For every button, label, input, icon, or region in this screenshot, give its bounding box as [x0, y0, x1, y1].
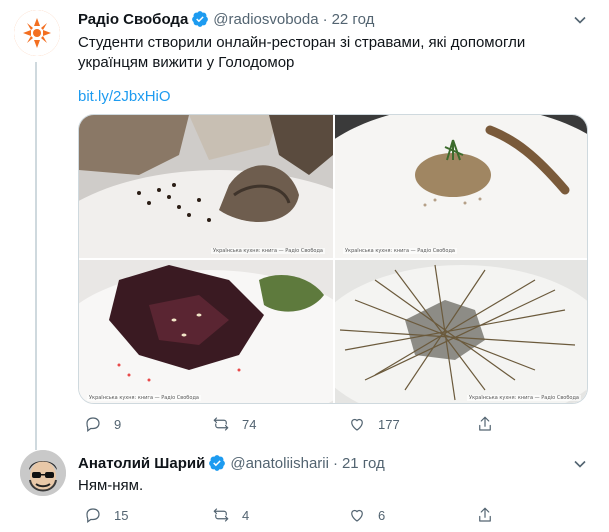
tweet1-retweet-button[interactable]: 74	[212, 415, 256, 433]
tweet2-handle[interactable]: @anatoliisharii	[230, 455, 329, 472]
tweet1-text-line2: українцям вижити у Голодомор	[78, 54, 295, 71]
tweet2-retweet-count: 4	[242, 507, 250, 523]
pate-dish-image	[335, 115, 587, 258]
tweet1-retweet-count: 74	[242, 416, 257, 432]
tweet2-separator: ·	[332, 454, 338, 472]
tweet2-timestamp[interactable]: 21 год	[342, 455, 385, 472]
tweet1-header: Радіо Свобода @radiosvoboda · 22 год	[78, 10, 374, 28]
radio-svoboda-logo-icon	[14, 10, 60, 56]
media-photo-beets[interactable]: Українська кухня: книга — Радіо Свобода	[79, 260, 333, 403]
share-icon	[479, 507, 491, 522]
tweet1-author-name[interactable]: Радіо Свобода	[78, 11, 188, 28]
tweet1-handle[interactable]: @radiosvoboda	[213, 11, 318, 28]
tweet2-reply-button[interactable]: 15	[84, 506, 128, 524]
retweet-icon	[213, 508, 229, 522]
tweet2-retweet-button[interactable]: 4	[212, 506, 249, 524]
chevron-down-icon	[574, 460, 586, 468]
tweet2-share-button[interactable]	[476, 506, 494, 524]
media-caption-4: Українська кухня: книга — Радіо Свобода	[467, 395, 581, 401]
tweet1-separator: ·	[322, 10, 328, 28]
tweet1-timestamp[interactable]: 22 год	[332, 11, 375, 28]
media-caption-1: Українська кухня: книга — Радіо Свобода	[211, 248, 325, 254]
heart-icon	[351, 509, 363, 522]
retweet-icon	[213, 417, 229, 431]
tweet1-media-grid: Українська кухня: книга — Радіо Свобода …	[78, 114, 588, 404]
thread-connector-line	[35, 62, 37, 450]
heart-icon	[351, 418, 363, 431]
verified-badge-icon	[192, 11, 209, 27]
mushroom-dish-image	[79, 115, 333, 258]
tweet2-more-options-button[interactable]	[566, 454, 594, 474]
chevron-down-icon	[574, 16, 586, 24]
tweet2-reply-count: 15	[114, 507, 129, 523]
tweet1-action-bar: 9 74 177	[78, 414, 588, 434]
tweet1-share-button[interactable]	[476, 415, 494, 433]
tweet1-reply-count: 9	[114, 416, 122, 432]
beet-dish-image	[79, 260, 333, 403]
verified-badge-icon	[209, 455, 226, 471]
tweet1-text: Студенти створили онлайн-ресторан зі стр…	[78, 33, 525, 73]
profile-photo-icon	[20, 450, 66, 496]
media-photo-pate[interactable]: Українська кухня: книга — Радіо Свобода	[335, 115, 587, 258]
tweet1-more-options-button[interactable]	[566, 10, 594, 30]
tweet1-like-count: 177	[378, 416, 400, 432]
tweet2-like-count: 6	[378, 507, 386, 523]
tweet2-text: Ням-ням.	[78, 477, 144, 494]
tweet1-like-button[interactable]: 177	[348, 415, 400, 433]
tweet1-reply-button[interactable]: 9	[84, 415, 121, 433]
tweet1-text-line1: Студенти створили онлайн-ресторан зі стр…	[78, 34, 526, 51]
media-caption-3: Українська кухня: книга — Радіо Свобода	[87, 395, 201, 401]
radio-svoboda-avatar[interactable]	[14, 10, 60, 56]
reply-icon	[86, 417, 100, 432]
tweet2-like-button[interactable]: 6	[348, 506, 385, 524]
media-caption-2: Українська кухня: книга — Радіо Свобода	[343, 248, 457, 254]
tweet2-author-name[interactable]: Анатолий Шарий	[78, 455, 205, 472]
media-photo-straw[interactable]: Українська кухня: книга — Радіо Свобода	[335, 260, 587, 403]
tweet1-link[interactable]: bit.ly/2JbxHiO	[78, 88, 171, 105]
media-photo-mushrooms[interactable]: Українська кухня: книга — Радіо Свобода	[79, 115, 333, 258]
tweet2-action-bar: 15 4 6	[78, 505, 588, 525]
anatolii-sharii-avatar[interactable]	[20, 450, 66, 496]
straw-dish-image	[335, 260, 587, 403]
tweet2-header: Анатолий Шарий @anatoliisharii · 21 год	[78, 454, 385, 472]
reply-icon	[86, 508, 100, 523]
share-icon	[479, 416, 491, 431]
